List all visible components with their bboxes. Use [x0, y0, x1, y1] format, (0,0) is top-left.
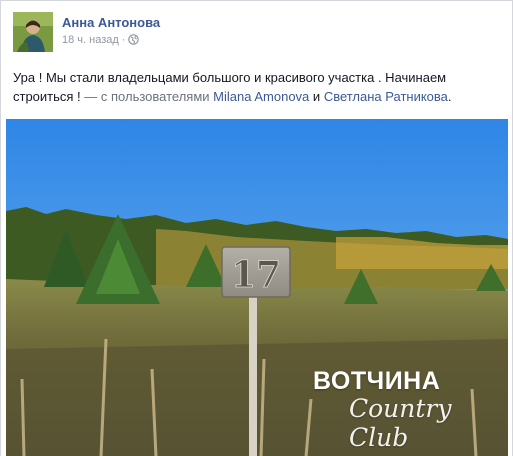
post-card: Анна Антонова 18 ч. назад · Ура ! Мы стал…: [0, 0, 513, 456]
watermark-subtitle: Country Club: [349, 394, 452, 452]
post-timestamp[interactable]: 18 ч. назад: [62, 34, 119, 46]
post-message: Ура ! Мы стали владельцами большого и кр…: [13, 68, 501, 106]
watermark-title: ВОТЧИНА: [313, 367, 441, 395]
tagged-user-link[interactable]: Светлана Ратникова: [324, 89, 448, 104]
post-meta: 18 ч. назад ·: [62, 34, 140, 48]
tag-end-punctuation: .: [447, 89, 452, 104]
author-avatar[interactable]: [13, 12, 53, 52]
post-photo[interactable]: 17 ВОТЧИНА Country Club: [6, 119, 508, 456]
tag-conjunction: и: [312, 89, 321, 104]
author-name[interactable]: Анна Антонова: [62, 15, 160, 30]
globe-icon[interactable]: [128, 34, 140, 48]
sign-number: 17: [231, 254, 281, 296]
tagged-user-link[interactable]: Milana Amonova: [213, 89, 309, 104]
with-users-prefix: — с пользователями: [84, 89, 210, 104]
